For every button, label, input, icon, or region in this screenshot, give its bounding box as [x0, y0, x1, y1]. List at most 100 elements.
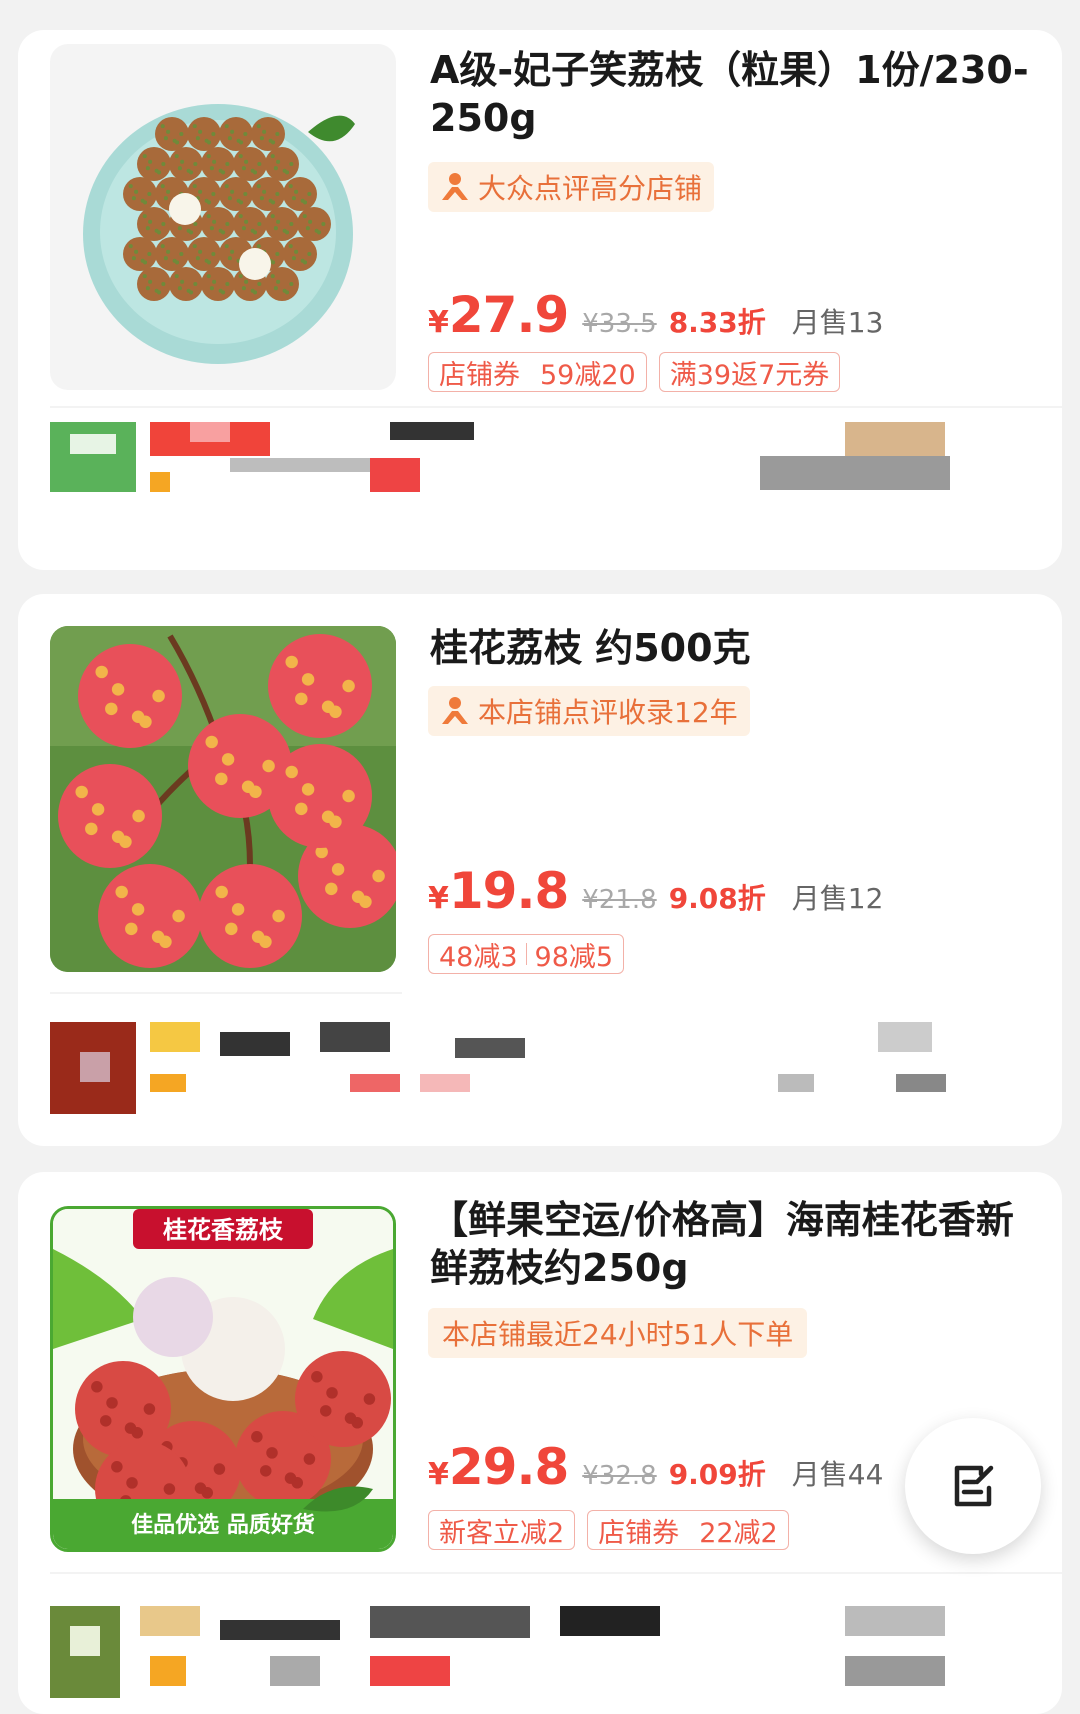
lychee-texture	[91, 1381, 103, 1393]
lychee-texture	[300, 198, 305, 203]
edit-fab-button[interactable]	[905, 1418, 1041, 1554]
monthly-sales: 月售13	[791, 306, 884, 339]
lychee-texture	[275, 191, 280, 197]
discount: 8.33折	[668, 306, 766, 339]
lychee-texture	[205, 735, 218, 749]
lychee-texture	[311, 1371, 323, 1383]
divider	[50, 1572, 1062, 1574]
lychee-texture	[256, 244, 261, 249]
lychee-texture	[134, 249, 139, 254]
product-title[interactable]: A级-妃子笑荔枝（粒果）1份/230-250g	[430, 46, 1050, 142]
lychee-texture	[256, 184, 261, 189]
monthly-sales: 月售12	[791, 882, 884, 915]
shop-badge-text: 大众点评高分店铺	[478, 172, 703, 205]
lychee-texture	[174, 274, 179, 279]
lychee-texture	[238, 214, 243, 219]
image-banner-text: 桂花香荔枝	[163, 1216, 284, 1244]
product-title[interactable]: 【鲜果空运/价格高】海南桂花香新鲜荔枝约250g	[430, 1196, 1050, 1292]
current-price: 19.8	[448, 862, 569, 920]
currency-symbol: ¥	[428, 305, 449, 340]
lychee-texture	[194, 1482, 207, 1494]
lychee-texture	[273, 226, 278, 231]
lychee-texture	[161, 161, 166, 167]
coupon-separator	[525, 943, 527, 965]
product-image[interactable]	[50, 44, 396, 390]
shop-coupon[interactable]: 店铺券 59减20	[428, 352, 647, 392]
lychee-texture	[204, 258, 209, 263]
shop-badge-text: 本店铺点评收录12年	[478, 696, 738, 729]
monthly-sales: 月售44	[791, 1458, 884, 1491]
lychee-texture	[192, 184, 197, 189]
lychee-fruit	[268, 744, 372, 848]
lychee-texture	[124, 1422, 137, 1434]
lychee-texture	[230, 249, 235, 254]
lychee-texture	[143, 1403, 156, 1415]
lychee-texture	[163, 1483, 176, 1495]
lychee-texture	[266, 1447, 278, 1459]
lychee-fruit	[251, 117, 285, 151]
product-image[interactable]: 桂花香荔枝 佳品优选 品质好货	[50, 1206, 396, 1552]
discount: 9.08折	[668, 882, 766, 915]
lychee-texture	[193, 221, 198, 227]
new-customer-coupon[interactable]: 新客立减2	[428, 1510, 576, 1550]
divider	[50, 406, 1062, 408]
lychee-texture	[259, 196, 264, 201]
lychee-texture	[275, 131, 280, 137]
lychee-texture	[126, 1477, 138, 1489]
lychee-texture	[363, 1393, 376, 1405]
product-title[interactable]: 桂花荔枝 约500克	[430, 624, 1050, 672]
lychee-fruit	[137, 207, 171, 241]
full-reduction-coupon[interactable]: 48减3 98减5	[428, 934, 625, 974]
lychee-texture	[227, 256, 232, 261]
image-footer-text: 佳品优选 品质好货	[131, 1512, 315, 1538]
lychee-fruit	[198, 864, 302, 968]
shop-badge: 本店铺点评收录12年	[428, 686, 750, 736]
lychee-texture	[295, 692, 308, 706]
lychee-fruit	[219, 177, 253, 211]
lychee-texture	[227, 196, 232, 201]
lychee-texture	[131, 196, 136, 201]
lychee-texture	[257, 161, 262, 167]
lychee-texture	[291, 196, 296, 201]
lychee-fruit	[201, 207, 235, 241]
coupon-value: 98减5	[534, 941, 614, 973]
lychee-texture	[285, 655, 298, 669]
lychee-texture	[140, 198, 145, 203]
product-image[interactable]	[50, 626, 396, 972]
lychee-fruit	[169, 147, 203, 181]
lychee-texture	[244, 219, 249, 224]
lychee-texture	[294, 249, 299, 254]
discount: 9.09折	[668, 1458, 766, 1491]
lychee-texture	[151, 930, 165, 944]
blurred-shop-row[interactable]	[50, 422, 1030, 502]
blurred-shop-row[interactable]	[50, 1606, 1030, 1698]
peeled-lychee	[169, 193, 201, 225]
lychee-fruit	[137, 147, 171, 181]
lychee-texture	[344, 1412, 357, 1424]
lychee-fruit	[123, 177, 157, 211]
lychee-texture	[132, 809, 145, 823]
lychee-texture	[105, 702, 118, 716]
lychee-texture	[145, 286, 150, 291]
lychee-texture	[227, 136, 232, 141]
lychee-texture	[131, 256, 136, 261]
product-card[interactable]: 桂花荔枝 约500克 本店铺点评收录12年 ¥ 19.8 ¥21.8 9.08折…	[18, 594, 1062, 1146]
product-card[interactable]: 桂花香荔枝 佳品优选 品质好货 【鲜果空运/价格高】海南桂花香新鲜荔枝约250g…	[18, 1172, 1062, 1714]
lychee-texture	[186, 228, 191, 233]
lychee-texture	[224, 244, 229, 249]
lychee-fruit	[187, 117, 221, 151]
lychee-texture	[211, 191, 216, 197]
blurred-shop-row[interactable]	[50, 1022, 1030, 1114]
lychee-texture	[215, 772, 228, 786]
lychee-fruit	[187, 237, 221, 271]
cashback-coupon[interactable]: 满39返7元券	[658, 352, 841, 392]
lychee-texture	[193, 161, 198, 167]
lychee-texture	[75, 785, 88, 799]
coupon-label: 店铺券	[439, 359, 520, 391]
lychee-texture	[160, 184, 165, 189]
lychee-texture	[131, 710, 145, 724]
product-card[interactable]: A级-妃子笑荔枝（粒果）1份/230-250g 大众点评高分店铺 ¥ 27.9 …	[18, 30, 1062, 570]
lychee-texture	[91, 803, 105, 816]
lychee-texture	[206, 274, 211, 279]
shop-coupon[interactable]: 店铺券 22减2	[587, 1510, 789, 1550]
